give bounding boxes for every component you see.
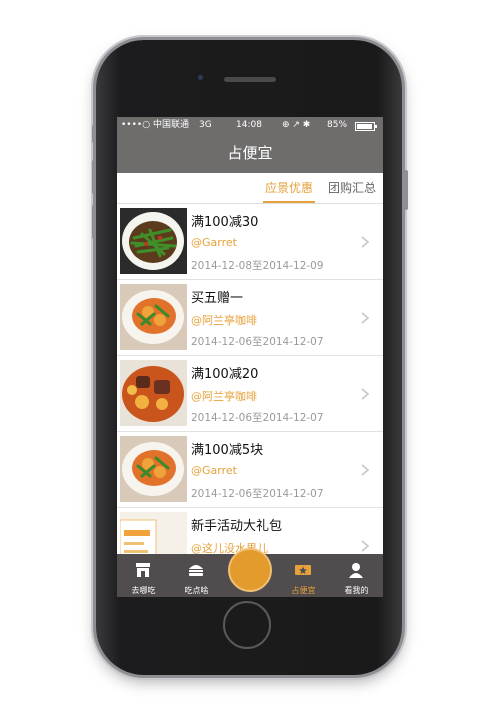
deal-row[interactable]: 满100减5块 @Garret 2014-12-06至2014-12-07 bbox=[117, 432, 383, 508]
tab-label: 去哪吃 bbox=[131, 586, 156, 595]
deal-shop[interactable]: @Garret bbox=[191, 236, 237, 249]
volume-down-button bbox=[92, 205, 96, 239]
status-bar: ••••○ 中国联通 3G 14:08 ⊕ ↗ ✱ 85% bbox=[117, 117, 383, 133]
power-button bbox=[404, 170, 408, 210]
deal-row[interactable]: 买五赠一 @阿兰亭咖啡 2014-12-06至2014-12-07 bbox=[117, 280, 383, 356]
deal-list: 满100减30 @Garret 2014-12-08至2014-12-09 买五… bbox=[117, 204, 383, 554]
ticket-star-icon bbox=[295, 565, 311, 575]
tab-mine[interactable]: 看我的 bbox=[330, 554, 383, 597]
chevron-right-icon bbox=[361, 312, 370, 324]
deal-title: 满100减5块 bbox=[191, 443, 264, 458]
deal-thumbnail-beef-stew bbox=[120, 360, 187, 426]
deal-thumbnail-promo-card bbox=[120, 512, 187, 554]
deal-thumbnail-potato bbox=[120, 284, 187, 350]
tab-label: 占便宜 bbox=[291, 586, 316, 595]
tab-label: 看我的 bbox=[344, 586, 369, 595]
deal-shop[interactable]: @阿兰亭咖啡 bbox=[191, 312, 257, 328]
navigation-bar: 占便宜 bbox=[117, 133, 383, 173]
app-screen: ••••○ 中国联通 3G 14:08 ⊕ ↗ ✱ 85% 占便宜 应景优惠 团… bbox=[117, 117, 383, 597]
mute-switch bbox=[92, 125, 96, 143]
bottom-tab-bar: 去哪吃 吃点啥 占便宜 看我的 bbox=[117, 548, 383, 597]
deal-title: 满100减20 bbox=[191, 367, 259, 382]
deal-date: 2014-12-08至2014-12-09 bbox=[191, 260, 324, 272]
chevron-right-icon bbox=[361, 540, 370, 552]
segment-tabs: 应景优惠 团购汇总 bbox=[117, 173, 383, 204]
chevron-right-icon bbox=[361, 236, 370, 248]
store-icon bbox=[136, 563, 150, 577]
network-type: 3G bbox=[199, 120, 212, 130]
tab-what-to-eat[interactable]: 吃点啥 bbox=[170, 554, 223, 597]
deal-shop[interactable]: @阿兰亭咖啡 bbox=[191, 388, 257, 404]
location-icon: ⊕ ↗ ✱ bbox=[282, 120, 311, 130]
deal-title: 买五赠一 bbox=[191, 291, 244, 306]
tab-where-to-eat[interactable]: 去哪吃 bbox=[117, 554, 170, 597]
tab-group-buy-summary[interactable]: 团购汇总 bbox=[325, 173, 379, 203]
clock: 14:08 bbox=[236, 120, 262, 130]
chevron-right-icon bbox=[361, 464, 370, 476]
deal-thumbnail-green-beans bbox=[120, 208, 187, 274]
deal-date: 2014-12-06至2014-12-07 bbox=[191, 412, 324, 424]
deal-shop[interactable]: @Garret bbox=[191, 464, 237, 477]
deal-row[interactable]: 满100减20 @阿兰亭咖啡 2014-12-06至2014-12-07 bbox=[117, 356, 383, 432]
earpiece-speaker bbox=[224, 77, 276, 82]
volume-up-button bbox=[92, 160, 96, 194]
burger-icon bbox=[189, 565, 203, 576]
carrier-text: ••••○ 中国联通 bbox=[121, 120, 189, 130]
deal-thumbnail-potato bbox=[120, 436, 187, 502]
battery-percent: 85% bbox=[327, 120, 348, 130]
deal-date: 2014-12-06至2014-12-07 bbox=[191, 336, 324, 348]
deal-row[interactable]: 满100减30 @Garret 2014-12-08至2014-12-09 bbox=[117, 204, 383, 280]
center-action-button[interactable] bbox=[228, 548, 272, 592]
front-camera bbox=[196, 73, 205, 82]
deal-title: 新手活动大礼包 bbox=[191, 519, 283, 534]
tab-label: 吃点啥 bbox=[184, 586, 209, 595]
page-title: 占便宜 bbox=[227, 144, 273, 162]
tab-deals[interactable]: 占便宜 bbox=[277, 554, 330, 597]
deal-date: 2014-12-06至2014-12-07 bbox=[191, 488, 324, 500]
home-button[interactable] bbox=[223, 601, 271, 649]
tab-seasonal-deals[interactable]: 应景优惠 bbox=[263, 173, 315, 203]
person-icon bbox=[349, 563, 363, 578]
deal-title: 满100减30 bbox=[191, 215, 259, 230]
chevron-right-icon bbox=[361, 388, 370, 400]
